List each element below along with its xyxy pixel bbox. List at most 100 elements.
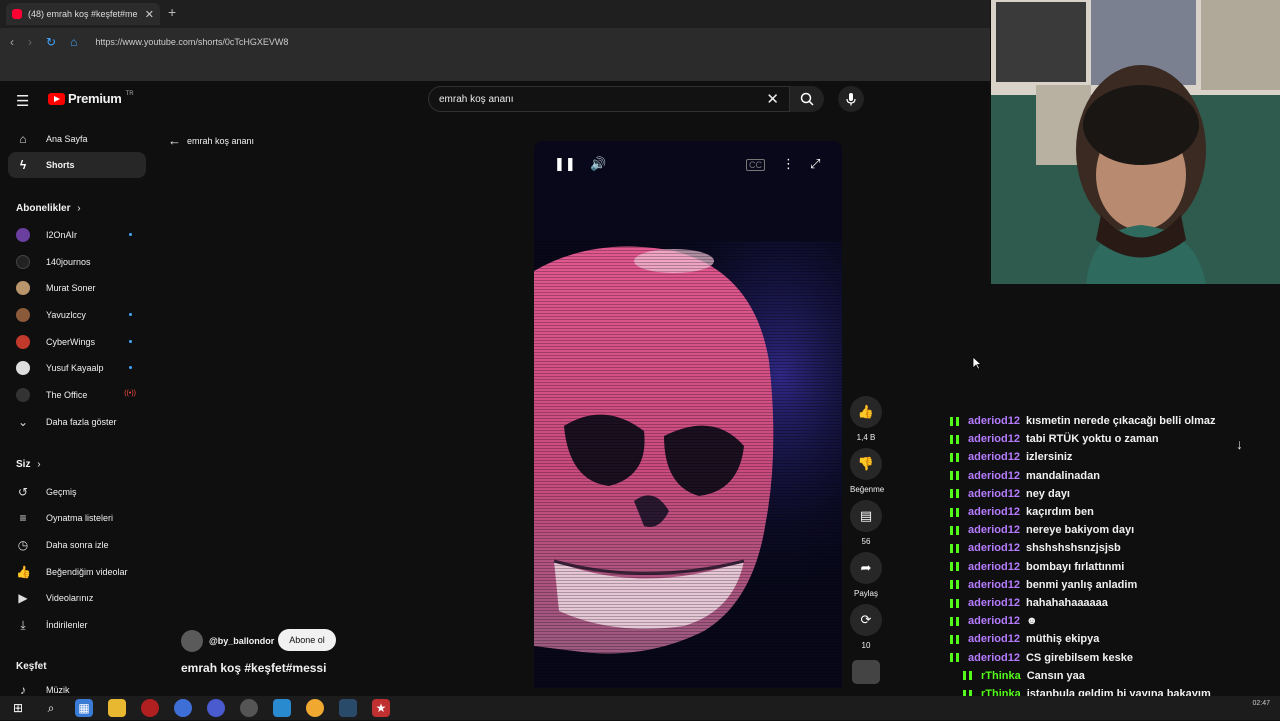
youtube-favicon-icon xyxy=(12,9,22,19)
channel-info[interactable]: @by_ballondor xyxy=(181,630,274,652)
chat-username[interactable]: aderiod12 xyxy=(968,488,1020,500)
chat-username[interactable]: aderiod12 xyxy=(968,451,1020,463)
blue-app-icon[interactable] xyxy=(207,699,225,717)
search-icon[interactable]: ⌕ xyxy=(42,699,60,717)
star-app-icon[interactable]: ★ xyxy=(372,699,390,717)
clear-search-icon[interactable]: ✕ xyxy=(766,90,779,108)
sidebar-item-playlists[interactable]: ≡ Oynatma listeleri xyxy=(8,505,146,531)
sidebar-sub-cyberwings[interactable]: CyberWings xyxy=(8,329,146,355)
scroll-down-icon[interactable]: ↓ xyxy=(1236,436,1243,452)
chat-message: aderiod12 shshshshsnzjsjsb xyxy=(950,539,1121,557)
comments-action[interactable]: ▤ 56 xyxy=(850,500,882,546)
sidebar-sub-yavuzlccy[interactable]: Yavuzlccy xyxy=(8,302,146,328)
chat-username[interactable]: aderiod12 xyxy=(968,415,1020,427)
sidebar-sub-the-office[interactable]: The Office ((•)) xyxy=(8,382,146,408)
sidebar-item-liked[interactable]: 👍 Beğendiğim videolar xyxy=(8,559,146,585)
red-app-icon[interactable] xyxy=(141,699,159,717)
chat-message: aderiod12 benmi yanlış anladim xyxy=(950,576,1137,594)
chat-text: müthiş ekipya xyxy=(1025,633,1100,646)
url-field[interactable]: https://www.youtube.com/shorts/0cTcHGXEV… xyxy=(95,37,288,47)
you-heading[interactable]: Siz › xyxy=(16,459,41,470)
chat-username[interactable]: aderiod12 xyxy=(968,524,1020,536)
shorts-video-player[interactable]: ❚❚ 🔊 CC ⋮ ⤢ xyxy=(534,141,842,688)
chat-message: aderiod12 CS girebilsem keske xyxy=(950,649,1133,667)
sidebar-item-history[interactable]: ↺ Geçmiş xyxy=(8,479,146,505)
sidebar-item-watch-later[interactable]: ◷ Daha sonra izle xyxy=(8,532,146,558)
share-icon[interactable]: ➦ xyxy=(850,552,882,584)
sidebar-item-shorts[interactable]: ϟ Shorts xyxy=(8,152,146,178)
share-action[interactable]: ➦ Paylaş xyxy=(850,552,882,598)
volume-icon[interactable]: 🔊 xyxy=(590,156,606,172)
chat-username[interactable]: rThinka xyxy=(981,670,1021,682)
your-videos-icon: ▶ xyxy=(18,591,28,605)
sidebar-item-downloads[interactable]: ⤓ İndirilenler xyxy=(8,612,146,638)
subscribe-button[interactable]: Abone ol xyxy=(278,629,336,651)
menu-icon[interactable]: ☰ xyxy=(16,92,29,110)
sidebar-item-label: Murat Soner xyxy=(46,283,96,293)
short-title[interactable]: emrah koş #keşfet#messi xyxy=(181,661,326,675)
chat-text: CS girebilsem keske xyxy=(1025,651,1133,664)
back-icon[interactable]: ‹ xyxy=(10,35,14,49)
sidebar-item-home[interactable]: ⌂ Ana Sayfa xyxy=(8,126,146,152)
channel-avatar[interactable] xyxy=(181,630,203,652)
reload-icon[interactable]: ↻ xyxy=(46,35,56,49)
chat-message: aderiod12 kısmetin nerede çıkacağı belli … xyxy=(950,412,1216,430)
home-icon[interactable]: ⌂ xyxy=(70,35,77,49)
tab-close-icon[interactable]: ✕ xyxy=(145,8,154,21)
captions-icon[interactable]: CC xyxy=(746,159,765,171)
like-icon[interactable]: 👍 xyxy=(850,396,882,428)
pause-icon[interactable]: ❚❚ xyxy=(554,156,576,172)
steam-icon[interactable] xyxy=(339,699,357,717)
search-button[interactable] xyxy=(790,86,824,112)
voice-search-button[interactable] xyxy=(838,86,864,112)
chat-message: aderiod12 ney dayı xyxy=(950,485,1070,503)
sidebar-item-your-videos[interactable]: ▶ Videolarınız xyxy=(8,585,146,611)
youtube-logo[interactable]: Premium TR xyxy=(48,91,134,106)
sound-thumbnail[interactable] xyxy=(852,660,880,684)
dislike-icon[interactable]: 👎 xyxy=(850,448,882,480)
more-options-icon[interactable]: ⋮ xyxy=(782,156,795,172)
chat-username[interactable]: aderiod12 xyxy=(968,433,1020,445)
windows-start-icon[interactable]: ⊞ xyxy=(9,699,27,717)
network-app-icon[interactable] xyxy=(273,699,291,717)
avatar xyxy=(16,388,30,402)
fullscreen-icon[interactable]: ⤢ xyxy=(810,156,820,172)
avatar xyxy=(16,281,30,295)
sidebar-sub-murat-soner[interactable]: Murat Soner xyxy=(8,275,146,301)
chat-username[interactable]: aderiod12 xyxy=(968,597,1020,609)
search-input[interactable]: emrah koş ananı ✕ xyxy=(428,86,790,112)
dislike-action[interactable]: 👎 Beğenme xyxy=(850,448,884,494)
channel-name[interactable]: @by_ballondor xyxy=(209,636,274,646)
chat-username[interactable]: aderiod12 xyxy=(968,652,1020,664)
chat-username[interactable]: aderiod12 xyxy=(968,542,1020,554)
sidebar-sub-140journos[interactable]: 140journos xyxy=(8,249,146,275)
sidebar-item-label: Yusuf Kayaalp xyxy=(46,363,104,373)
chat-username[interactable]: aderiod12 xyxy=(968,506,1020,518)
sidebar-sub-i2onair[interactable]: I2OnAIr xyxy=(8,222,146,248)
kick-badge-icon xyxy=(963,671,972,681)
chrome-icon[interactable] xyxy=(174,699,192,717)
obs-icon[interactable] xyxy=(240,699,258,717)
remix-action[interactable]: ⟳ 10 xyxy=(850,604,882,650)
subscriptions-heading[interactable]: Abonelikler › xyxy=(16,203,81,214)
sidebar-sub-yusuf-kayaalp[interactable]: Yusuf Kayaalp xyxy=(8,355,146,381)
chat-username[interactable]: aderiod12 xyxy=(968,615,1020,627)
remix-icon[interactable]: ⟳ xyxy=(850,604,882,636)
chat-username[interactable]: aderiod12 xyxy=(968,579,1020,591)
show-more-button[interactable]: ⌄ Daha fazla göster xyxy=(8,409,146,435)
chat-username[interactable]: aderiod12 xyxy=(968,470,1020,482)
comment-icon[interactable]: ▤ xyxy=(850,500,882,532)
like-action[interactable]: 👍 1,4 B xyxy=(850,396,882,442)
chat-username[interactable]: aderiod12 xyxy=(968,561,1020,573)
new-tab-button[interactable]: + xyxy=(168,4,176,20)
explore-heading: Keşfet xyxy=(16,661,47,672)
file-explorer-icon[interactable] xyxy=(108,699,126,717)
calendar-app-icon[interactable]: ▦ xyxy=(75,699,93,717)
system-tray-clock[interactable]: 02:47 xyxy=(1150,700,1270,707)
avatar xyxy=(16,228,30,242)
chat-username[interactable]: aderiod12 xyxy=(968,633,1020,645)
forward-icon[interactable]: › xyxy=(28,35,32,49)
back-to-search-link[interactable]: ← emrah koş ananı xyxy=(168,133,254,148)
yellow-app-icon[interactable] xyxy=(306,699,324,717)
browser-tab[interactable]: (48) emrah koş #keşfet#me ✕ xyxy=(6,3,160,25)
